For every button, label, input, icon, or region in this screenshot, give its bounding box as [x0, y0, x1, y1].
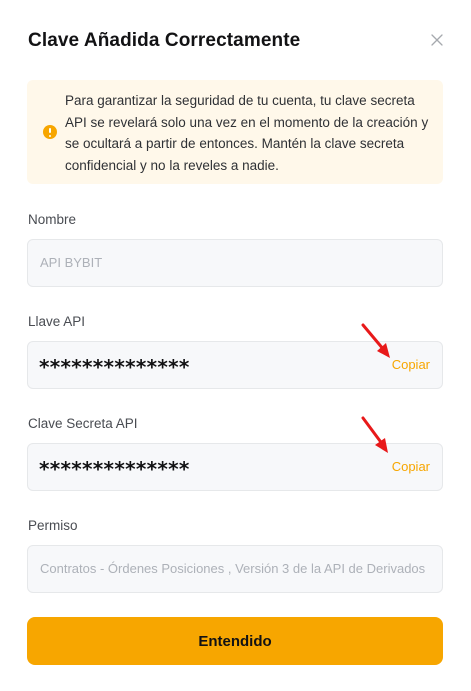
dialog-title: Clave Añadida Correctamente [28, 30, 301, 51]
name-field: API BYBIT [27, 239, 443, 287]
copy-api-secret-button[interactable]: Copiar [392, 444, 430, 490]
copy-api-key-button[interactable]: Copiar [392, 342, 430, 388]
api-key-value: ************** [39, 355, 190, 379]
security-notice: Para garantizar la seguridad de tu cuent… [27, 80, 443, 184]
annotation-arrow-icon [361, 323, 390, 358]
api-secret-value: ************** [39, 457, 190, 481]
name-value: API BYBIT [40, 255, 103, 270]
name-label: Nombre [28, 212, 77, 227]
close-icon[interactable] [428, 31, 446, 49]
warning-icon [43, 125, 57, 139]
permission-label: Permiso [28, 518, 78, 533]
security-notice-text: Para garantizar la seguridad de tu cuent… [65, 93, 429, 173]
api-key-created-dialog: Clave Añadida Correctamente Para garanti… [0, 0, 471, 691]
understood-button[interactable]: Entendido [27, 617, 443, 665]
annotation-arrow-icon [361, 416, 388, 453]
api-secret-label: Clave Secreta API [28, 416, 138, 431]
api-key-label: Llave API [28, 314, 86, 329]
permission-field: Contratos - Órdenes Posiciones , Versión… [27, 545, 443, 593]
permission-value: Contratos - Órdenes Posiciones , Versión… [40, 561, 426, 576]
